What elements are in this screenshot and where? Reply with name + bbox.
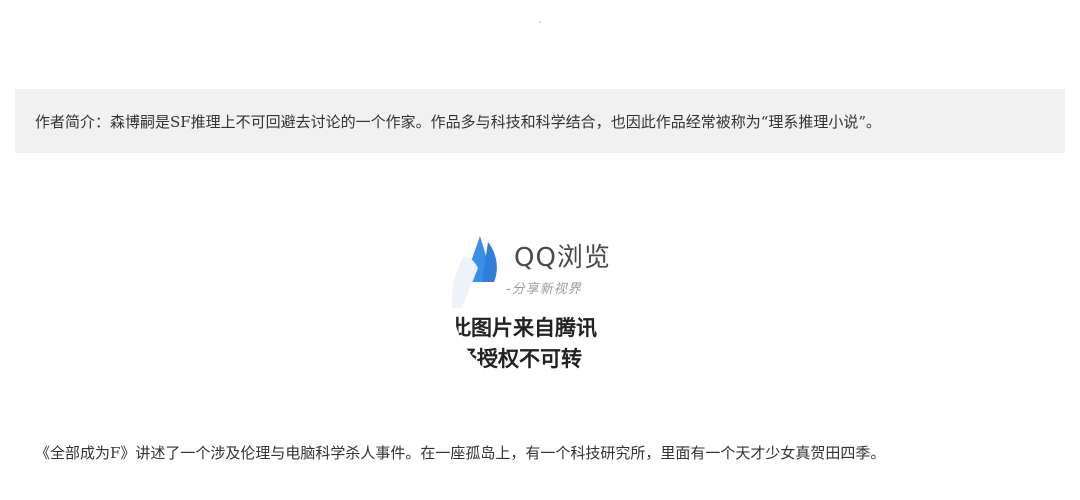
article-image: QQ浏览 -分享新视界 此图片来自腾讯 经授权不可转 (452, 212, 628, 388)
author-intro-text: 作者简介：森博嗣是SF推理上不可回避去讨论的一个作家。作品多与科技和科学结合，也… (35, 112, 882, 131)
story-paragraph: 《全部成为F》讲述了一个涉及伦理与电脑科学杀人事件。在一座孤岛上，有一个科技研究… (35, 444, 886, 462)
watermark-brand: QQ浏览 (514, 243, 611, 273)
author-intro-box: 作者简介：森博嗣是SF推理上不可回避去讨论的一个作家。作品多与科技和科学结合，也… (15, 89, 1065, 153)
article-page: 作者简介：森博嗣是SF推理上不可回避去讨论的一个作家。作品多与科技和科学结合，也… (0, 0, 1080, 500)
divider-dot (539, 21, 541, 23)
watermark-notice-line2: 经授权不可转 (456, 347, 582, 371)
watermark-notice-line1: 此图片来自腾讯 (452, 316, 597, 340)
watermark-slogan: -分享新视界 (506, 282, 582, 297)
